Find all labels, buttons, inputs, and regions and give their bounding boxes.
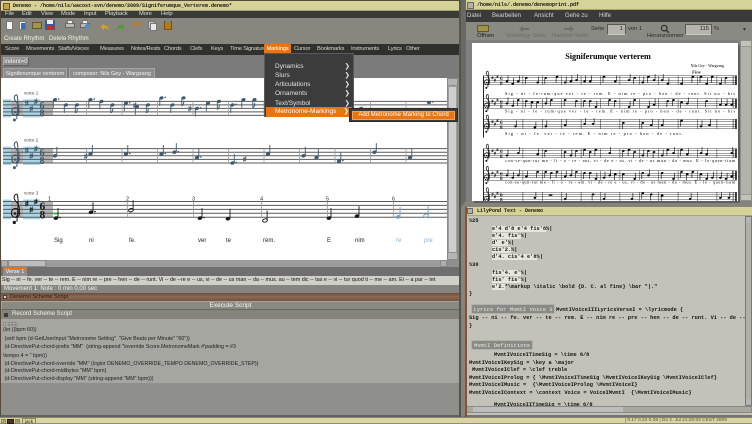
svg-text:8: 8 [40, 210, 46, 222]
svg-text:ni: ni [89, 238, 94, 244]
svg-text:voice 2: voice 2 [24, 138, 39, 143]
svg-text:Sig - ni - fe - rum-que ve: Sig - ni - fe - rum-que ver - te - rem. … [505, 108, 735, 113]
svg-text:8: 8 [500, 125, 503, 131]
svg-text:8: 8 [500, 104, 503, 110]
svg-text:nim: nim [355, 238, 365, 244]
svg-text:con-se-qun-tur me - li - o - r: con-se-qun-tur me - li - o - re - am. vi… [505, 180, 736, 186]
svg-text:8: 8 [40, 156, 45, 167]
svg-text:Sig - ni - fe. ver -: Sig - ni - fe. ver - te - rem. E - nim r… [505, 131, 683, 136]
svg-text:voice 3: voice 3 [24, 191, 39, 196]
svg-text:E: E [327, 238, 331, 244]
svg-text:Sig: Sig [54, 238, 63, 244]
svg-text:8: 8 [500, 81, 503, 87]
svg-text:8: 8 [40, 109, 45, 120]
svg-text:con-se-qun-tur me - li - o - r: con-se-qun-tur me - li - o - re - ant, v… [505, 158, 736, 164]
svg-text:rem.: rem. [263, 238, 275, 244]
svg-text:ver: ver [198, 238, 206, 244]
svg-text:fe.: fe. [129, 238, 136, 244]
svg-text:pre: pre [424, 238, 433, 244]
svg-text:1: 1 [48, 196, 51, 202]
svg-text:Sig - ni - fe-rum-que ver -: Sig - ni - fe-rum-que ver - te - rem. E … [505, 91, 735, 96]
svg-text:re: re [396, 238, 402, 244]
svg-text:8: 8 [500, 197, 503, 201]
svg-text:2: 2 [126, 196, 129, 202]
svg-text:Fine: Fine [692, 69, 701, 74]
svg-text:4: 4 [260, 196, 263, 202]
svg-text:5: 5 [326, 196, 329, 202]
svg-text:6: 6 [392, 196, 395, 202]
svg-text:te: te [226, 238, 232, 244]
svg-text:8: 8 [500, 176, 503, 182]
svg-text:8: 8 [500, 154, 503, 160]
svg-text:3: 3 [192, 196, 195, 202]
svg-text:voice 1: voice 1 [24, 90, 39, 95]
